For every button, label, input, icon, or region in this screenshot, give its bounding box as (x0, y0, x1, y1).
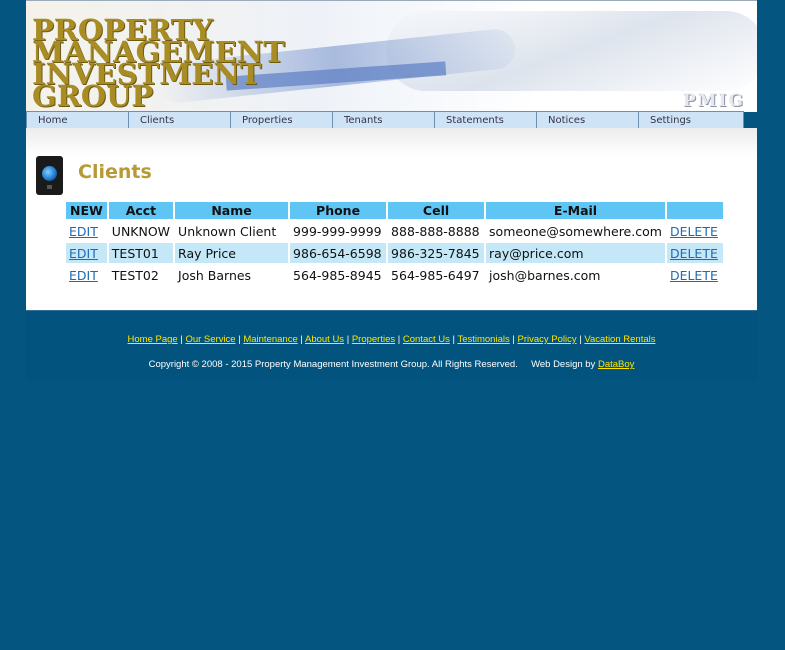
acct-cell: UNKNOW (111, 223, 171, 239)
delete-link[interactable]: DELETE (670, 246, 718, 261)
footer-links: Home Page | Our Service | Maintenance | … (127, 334, 656, 345)
email-cell: josh@barnes.com (489, 267, 601, 283)
cell-phone-cell: 564-985-6497 (391, 267, 480, 283)
nav-item-settings[interactable]: Settings (639, 112, 741, 128)
column-header-email: E-Mail (486, 202, 665, 219)
phone-cell: 564-985-8945 (293, 267, 382, 283)
edit-cell: EDIT (66, 265, 107, 285)
footer-link-properties[interactable]: Properties (352, 334, 395, 345)
name-cell: Ray Price (175, 243, 289, 263)
nav-item-clients[interactable]: Clients (129, 112, 231, 128)
email-cell: someone@somewhere.com (489, 223, 662, 239)
nav-item-notices[interactable]: Notices (537, 112, 639, 128)
edit-link[interactable]: EDIT (69, 224, 98, 239)
column-header-actions (666, 202, 723, 219)
cell-phone-cell: 888-888-8888 (391, 223, 480, 239)
site-header-banner: PROPERTY MANAGEMENT INVESTMENT GROUP PMI… (26, 0, 757, 112)
phone-cell: 999-999-9999 (293, 223, 382, 239)
email-cell: ray@price.com (486, 243, 665, 263)
footer-link-contact-us[interactable]: Contact Us (403, 334, 450, 345)
main-content: Clients NEW Acct Name Phone Cell E-Mail … (26, 128, 757, 310)
nav-item-statements[interactable]: Statements (435, 112, 537, 128)
footer-link-maintenance[interactable]: Maintenance (243, 334, 297, 345)
webdesign-link[interactable]: DataBoy (598, 359, 634, 370)
column-header-cell: Cell (388, 202, 485, 219)
edit-link[interactable]: EDIT (69, 246, 98, 261)
table-row: EDIT TEST02 Josh Barnes 564-985-8945 564… (66, 265, 723, 285)
delete-link[interactable]: DELETE (670, 224, 718, 239)
cell-phone-cell: 986-325-7845 (388, 243, 485, 263)
phone-cell: 986-654-6598 (290, 243, 387, 263)
delete-cell: DELETE (667, 221, 723, 241)
page-container: PROPERTY MANAGEMENT INVESTMENT GROUP PMI… (26, 0, 757, 381)
table-row: EDIT TEST01 Ray Price 986-654-6598 986-3… (66, 243, 723, 263)
edit-cell: EDIT (66, 221, 107, 241)
footer-link-our-service[interactable]: Our Service (185, 334, 235, 345)
name-cell: Unknown Client (178, 223, 277, 239)
footer-link-about-us[interactable]: About Us (305, 334, 344, 345)
logo-monogram: PMIG (682, 91, 745, 111)
table-row: EDIT UNKNOW Unknown Client 999-999-9999 … (66, 221, 723, 241)
footer-link-privacy-policy[interactable]: Privacy Policy (517, 334, 576, 345)
delete-link[interactable]: DELETE (670, 268, 718, 283)
delete-cell: DELETE (666, 243, 723, 263)
site-footer: Home Page | Our Service | Maintenance | … (26, 310, 757, 381)
webdesign-prefix: Web Design by (531, 359, 596, 370)
edit-cell: EDIT (66, 243, 107, 263)
clients-icon-knob (42, 166, 57, 181)
footer-link-vacation-rentals[interactable]: Vacation Rentals (584, 334, 655, 345)
column-header-acct: Acct (108, 202, 174, 219)
clients-table: NEW Acct Name Phone Cell E-Mail EDIT UNK… (64, 200, 725, 287)
nav-item-tenants[interactable]: Tenants (333, 112, 435, 128)
column-header-new[interactable]: NEW (66, 202, 107, 219)
table-header-row: NEW Acct Name Phone Cell E-Mail (66, 202, 723, 219)
main-nav: Home Clients Properties Tenants Statemen… (26, 111, 744, 129)
page-title: Clients (78, 161, 152, 183)
acct-cell: TEST02 (111, 267, 159, 283)
copyright-line: Copyright © 2008 - 2015 Property Managem… (26, 359, 757, 370)
copyright-text: Copyright © 2008 - 2015 Property Managem… (148, 359, 518, 370)
footer-link-home-page[interactable]: Home Page (128, 334, 178, 345)
clients-icon-slot (47, 185, 52, 189)
nav-item-properties[interactable]: Properties (231, 112, 333, 128)
nav-item-home[interactable]: Home (27, 112, 129, 128)
acct-cell: TEST01 (108, 243, 174, 263)
footer-link-testimonials[interactable]: Testimonials (457, 334, 509, 345)
site-logo[interactable]: PROPERTY MANAGEMENT INVESTMENT GROUP (32, 16, 285, 111)
delete-cell: DELETE (667, 265, 723, 285)
edit-link[interactable]: EDIT (69, 268, 98, 283)
column-header-name: Name (175, 202, 289, 219)
column-header-phone: Phone (290, 202, 387, 219)
name-cell: Josh Barnes (178, 267, 252, 283)
clients-icon (36, 156, 63, 195)
